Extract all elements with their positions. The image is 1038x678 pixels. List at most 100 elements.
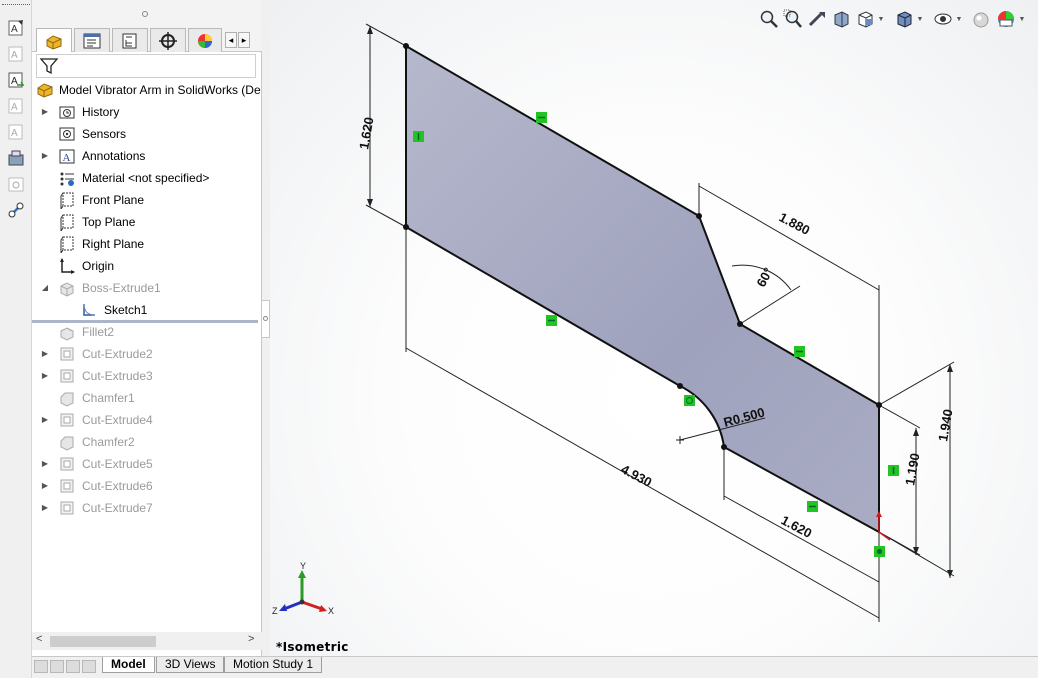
tree-item-annotations[interactable]: ▶ A Annotations: [32, 145, 262, 167]
tab-dimxpert[interactable]: [150, 28, 186, 52]
tab-propertymanager[interactable]: [74, 28, 110, 52]
tree-item-origin[interactable]: Origin: [32, 255, 262, 277]
tree-item-boss-extrude1[interactable]: ◢ Boss-Extrude1: [32, 277, 262, 299]
tree-root-part[interactable]: Model Vibrator Arm in SolidWorks (De: [32, 79, 262, 101]
hide-show-items-icon[interactable]: [932, 8, 954, 30]
expand-arrow-icon[interactable]: ▶: [40, 481, 50, 490]
grip-dot: [142, 11, 148, 17]
tree-item-chamfer2[interactable]: Chamfer2: [32, 431, 262, 453]
edit-appearance-icon[interactable]: [971, 8, 993, 30]
tab-configurationmanager[interactable]: [112, 28, 148, 52]
bottom-tab-bar: Model 3D Views Motion Study 1: [32, 656, 1038, 678]
cut-extrude-icon: [60, 369, 74, 383]
tab-model[interactable]: Model: [102, 657, 155, 673]
tree-item-label: Annotations: [82, 149, 146, 163]
property-manager-icon: [83, 33, 101, 48]
apply-scene-caret[interactable]: ▼: [1018, 16, 1026, 23]
expand-arrow-icon[interactable]: ▶: [40, 349, 50, 358]
collapse-arrow-icon[interactable]: ◢: [40, 283, 50, 292]
tree-horizontal-scrollbar[interactable]: < >: [32, 632, 262, 650]
expand-arrow-icon[interactable]: ▶: [40, 415, 50, 424]
tabs-scroll-right[interactable]: ▸: [238, 32, 250, 48]
datum-icon[interactable]: A: [6, 122, 26, 142]
toolbox-icon[interactable]: [6, 148, 26, 168]
note-icon[interactable]: A: [6, 44, 26, 64]
expand-arrow-icon[interactable]: ▶: [40, 459, 50, 468]
tangent-relation: [684, 395, 695, 406]
chamfer-icon: [60, 436, 74, 451]
expand-arrow-icon[interactable]: ▶: [40, 107, 50, 116]
tab-motion-study[interactable]: Motion Study 1: [224, 657, 323, 673]
first-tab-button[interactable]: [34, 660, 48, 673]
tab-display-manager[interactable]: [188, 28, 222, 52]
graphics-viewport[interactable]: 1.620 1.880 60° R0.500 4.930 1.620 1.190…: [270, 0, 1038, 656]
tree-item-history[interactable]: ▶ History: [32, 101, 262, 123]
section-view-icon[interactable]: [830, 8, 852, 30]
tree-item-right-plane[interactable]: Right Plane: [32, 233, 262, 255]
tree-item-sketch1[interactable]: Sketch1: [32, 299, 262, 321]
tree-item-cut-extrude3[interactable]: ▶ Cut-Extrude3: [32, 365, 262, 387]
tree-item-fillet2[interactable]: Fillet2: [32, 321, 262, 343]
last-tab-button[interactable]: [82, 660, 96, 673]
tab-featuremanager[interactable]: [36, 28, 72, 52]
display-manager-icon: [198, 33, 212, 48]
tree-item-sensors[interactable]: Sensors: [32, 123, 262, 145]
feature-manager-icon: [46, 34, 62, 50]
plane-icon: [60, 192, 74, 209]
strip-grip[interactable]: [2, 4, 30, 7]
tree-item-cut-extrude7[interactable]: ▶ Cut-Extrude7: [32, 497, 262, 519]
tree-root-label: Model Vibrator Arm in SolidWorks (De: [59, 83, 261, 97]
next-tab-button[interactable]: [66, 660, 80, 673]
view-orientation-caret[interactable]: ▼: [877, 16, 885, 23]
tree-item-label: Cut-Extrude3: [82, 369, 153, 383]
plane-icon: [60, 236, 74, 253]
tree-item-front-plane[interactable]: Front Plane: [32, 189, 262, 211]
view-orientation-icon[interactable]: [854, 8, 876, 30]
tabs-scroll-left[interactable]: ◂: [225, 32, 237, 48]
sensors-icon: [59, 127, 75, 141]
scroll-right-arrow[interactable]: >: [248, 633, 254, 645]
dim-1190: 1.190: [902, 452, 922, 487]
panel-splitter[interactable]: [262, 300, 270, 338]
expand-arrow-icon[interactable]: ▶: [40, 503, 50, 512]
tab-3d-views[interactable]: 3D Views: [156, 657, 225, 673]
zoom-to-fit-icon[interactable]: [758, 8, 780, 30]
dim-4930: 4.930: [619, 461, 655, 490]
expand-arrow-icon[interactable]: ▶: [40, 151, 50, 160]
reference-triad: Y X Z: [272, 562, 334, 616]
scroll-left-arrow[interactable]: <: [36, 633, 42, 645]
scroll-thumb[interactable]: [50, 636, 156, 647]
tree-item-material-not-specified[interactable]: Material <not specified>: [32, 167, 262, 189]
part-icon: [37, 83, 53, 98]
tree-item-cut-extrude5[interactable]: ▶ Cut-Extrude5: [32, 453, 262, 475]
tree-item-label: Cut-Extrude7: [82, 501, 153, 515]
display-style-caret[interactable]: ▼: [916, 16, 924, 23]
tree-item-chamfer1[interactable]: Chamfer1: [32, 387, 262, 409]
tree-filter-box[interactable]: [36, 54, 256, 78]
tree-item-label: Sensors: [82, 127, 127, 141]
auto-dimension-icon[interactable]: A: [6, 70, 26, 90]
display-style-icon[interactable]: [893, 8, 915, 30]
filter-icon: [39, 58, 59, 75]
tree-item-cut-extrude4[interactable]: ▶ Cut-Extrude4: [32, 409, 262, 431]
origin-icon: [60, 258, 75, 274]
hole-callout-icon[interactable]: [6, 174, 26, 194]
sketch-tools-icon[interactable]: [6, 200, 26, 220]
expand-arrow-icon[interactable]: ▶: [40, 371, 50, 380]
previous-view-icon[interactable]: [806, 8, 828, 30]
tree-item-cut-extrude2[interactable]: ▶ Cut-Extrude2: [32, 343, 262, 365]
tree-item-cut-extrude6[interactable]: ▶ Cut-Extrude6: [32, 475, 262, 497]
zoom-to-area-icon[interactable]: [782, 8, 804, 30]
balloon-icon[interactable]: A: [6, 96, 26, 116]
configuration-manager-icon: [122, 33, 137, 48]
heads-up-view-toolbar: ▼ ▼ ▼ ▼: [756, 8, 1026, 30]
panel-grip[interactable]: [32, 0, 262, 28]
apply-scene-icon[interactable]: [995, 8, 1017, 30]
tree-item-top-plane[interactable]: Top Plane: [32, 211, 262, 233]
arc-center-mark: [676, 436, 684, 444]
prev-tab-button[interactable]: [50, 660, 64, 673]
rollback-bar[interactable]: [32, 320, 258, 323]
sketch-profile-face[interactable]: [405, 45, 880, 533]
hide-show-caret[interactable]: ▼: [955, 16, 963, 23]
smart-dimension-icon[interactable]: A: [6, 18, 26, 38]
